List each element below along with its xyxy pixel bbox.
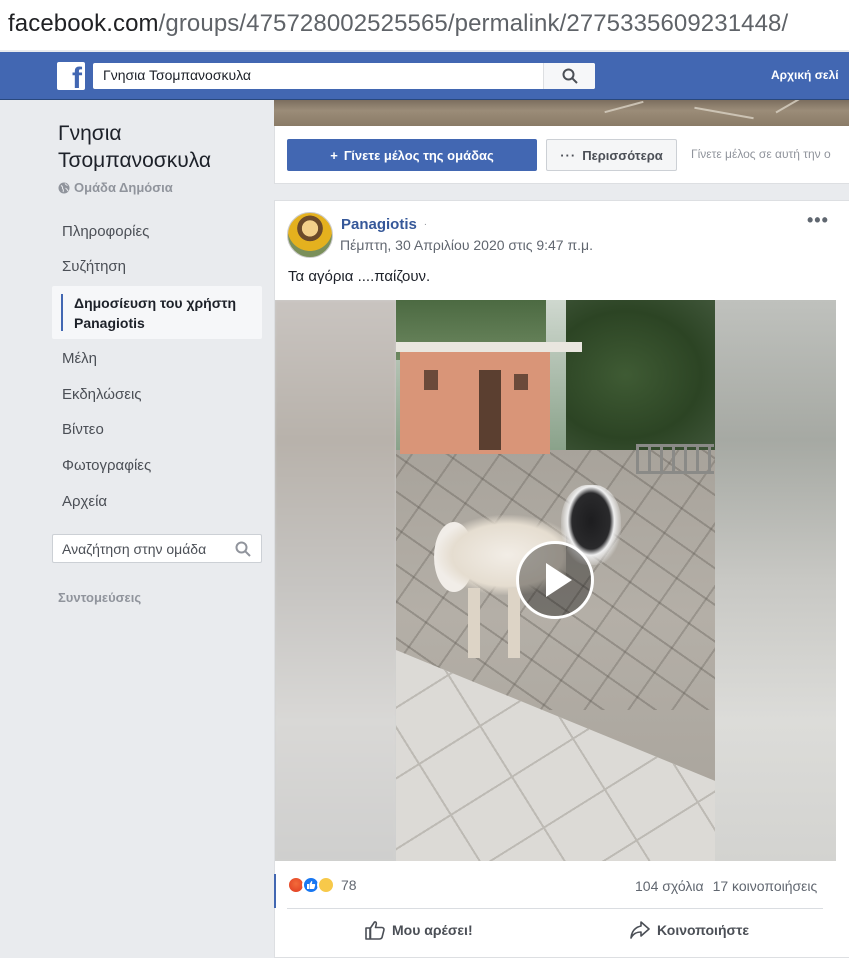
active-indicator: [61, 294, 63, 331]
search-input[interactable]: Γνησια Τσομπανοσκυλα: [93, 63, 595, 89]
video-blur-right: [715, 300, 836, 861]
facebook-header: f Γνησια Τσομπανοσκυλα Αρχική σελί: [0, 52, 849, 100]
share-button-label: Κοινοποιήστε: [657, 922, 749, 938]
thumbs-up-icon: [365, 921, 385, 940]
facebook-logo-icon[interactable]: f: [57, 62, 85, 90]
sidebar-item-user-post[interactable]: Δημοσίευση του χρήστη Panagiotis: [52, 286, 262, 339]
reactions-summary[interactable]: 78: [287, 875, 357, 895]
url-path: /groups/475728002525565/permalink/277533…: [158, 10, 789, 37]
sidebar-item-videos[interactable]: Βίντεο: [62, 421, 104, 438]
sidebar-item-info[interactable]: Πληροφορίες: [62, 223, 149, 240]
share-arrow-icon: [630, 921, 650, 939]
sidebar-item-members[interactable]: Μέλη: [62, 350, 97, 367]
post-options-icon[interactable]: •••: [807, 210, 829, 231]
sidebar-item-files[interactable]: Αρχεία: [62, 493, 107, 510]
more-button-label: Περισσότερα: [582, 147, 663, 163]
browser-url-bar[interactable]: facebook.com/groups/475728002525565/perm…: [0, 0, 849, 50]
join-group-button[interactable]: + Γίνετε μέλος της ομάδας: [287, 139, 537, 171]
search-button[interactable]: [543, 63, 595, 89]
like-button-label: Μου αρέσει!: [392, 922, 473, 938]
join-hint-text: Γίνετε μέλος σε αυτή την ο: [691, 147, 831, 161]
comments-count[interactable]: 104 σχόλια: [635, 878, 704, 894]
ellipsis-icon: ···: [560, 147, 577, 163]
search-input-value: Γνησια Τσομπανοσκυλα: [103, 67, 252, 83]
sad-icon: [317, 876, 335, 894]
reaction-count[interactable]: 78: [341, 877, 357, 893]
plus-icon: +: [330, 147, 338, 163]
join-group-label: Γίνετε μέλος της ομάδας: [343, 147, 494, 163]
search-icon: [562, 68, 578, 84]
shares-count[interactable]: 17 κοινοποιήσεις: [713, 878, 818, 894]
sidebar-item-photos[interactable]: Φωτογραφίες: [62, 457, 151, 474]
url-domain: facebook.com: [8, 10, 159, 37]
shortcuts-heading: Συντομεύσεις: [58, 590, 142, 605]
like-button[interactable]: Μου αρέσει!: [364, 920, 473, 940]
avatar[interactable]: [287, 212, 333, 258]
group-privacy: Ομάδα Δημόσια: [58, 180, 173, 195]
author-separator: .: [424, 217, 427, 228]
post-stats: 104 σχόλια 17 κοινοποιήσεις: [635, 878, 817, 894]
video-blur-left: [275, 300, 396, 861]
group-privacy-label: Ομάδα Δημόσια: [74, 180, 173, 195]
play-icon[interactable]: [516, 541, 594, 619]
divider: [287, 908, 823, 909]
sidebar-item-label: Δημοσίευση του χρήστη Panagiotis: [74, 295, 237, 331]
sidebar-item-events[interactable]: Εκδηλώσεις: [62, 386, 142, 403]
accent-bar: [274, 874, 276, 908]
sidebar-item-discussion[interactable]: Συζήτηση: [62, 258, 126, 275]
home-link[interactable]: Αρχική σελί: [771, 68, 839, 82]
share-button[interactable]: Κοινοποιήστε: [629, 920, 749, 940]
globe-icon: [58, 182, 70, 193]
post-author[interactable]: Panagiotis: [341, 216, 417, 233]
url-text[interactable]: facebook.com/groups/475728002525565/perm…: [8, 10, 788, 38]
group-search-input[interactable]: Αναζήτηση στην ομάδα: [52, 534, 262, 563]
post-timestamp[interactable]: Πέμπτη, 30 Απριλίου 2020 στις 9:47 π.μ.: [340, 237, 593, 253]
group-title[interactable]: Γνησια Τσομπανοσκυλα: [58, 120, 258, 174]
cover-photo[interactable]: [274, 100, 849, 126]
group-search-placeholder: Αναζήτηση στην ομάδα: [62, 541, 207, 557]
search-icon[interactable]: [235, 541, 251, 557]
more-button[interactable]: ··· Περισσότερα: [546, 139, 677, 171]
post-text: Τα αγόρια ....παίζουν.: [288, 268, 431, 285]
